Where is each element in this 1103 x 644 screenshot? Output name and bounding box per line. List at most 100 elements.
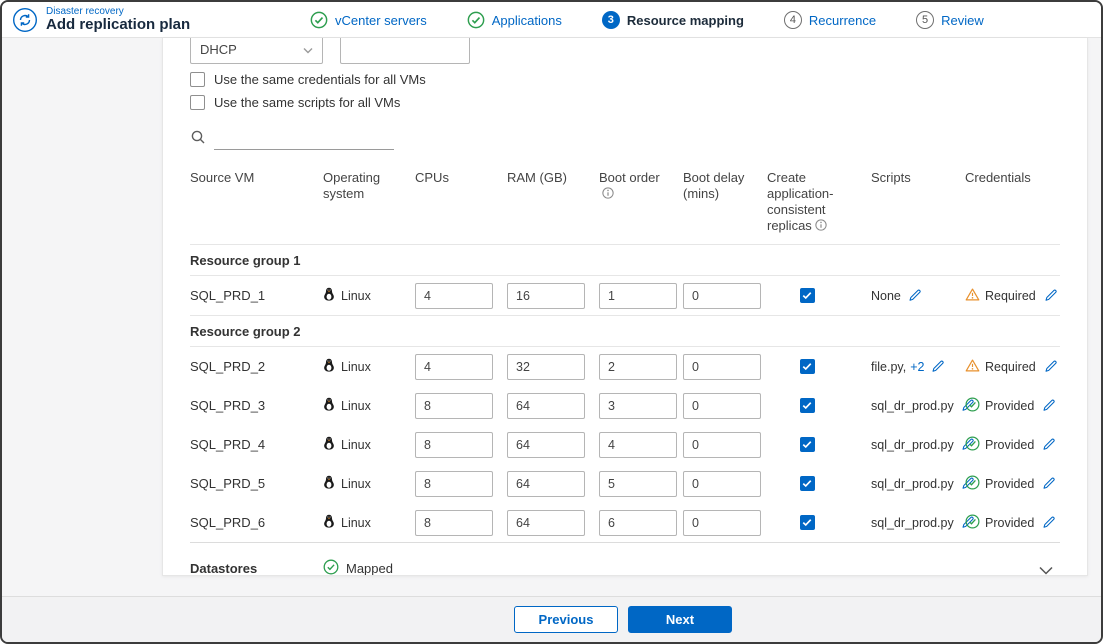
step-label: Review bbox=[941, 12, 984, 28]
table-header: Source VM Operating system CPUs RAM (GB)… bbox=[190, 164, 1060, 244]
os-cell: Linux bbox=[323, 475, 415, 492]
info-icon[interactable] bbox=[602, 187, 614, 199]
ram-input[interactable] bbox=[507, 353, 585, 380]
same-scripts-row: Use the same scripts for all VMs bbox=[190, 95, 1060, 110]
scripts-cell: sql_dr_prod.py bbox=[871, 476, 974, 491]
edit-scripts-icon[interactable] bbox=[908, 289, 921, 302]
boot-order-input[interactable] bbox=[599, 282, 677, 309]
main-area: DHCP Use the same credentials for all VM… bbox=[2, 38, 1101, 596]
check-circle-icon bbox=[965, 514, 980, 532]
scripts-value: sql_dr_prod.py bbox=[871, 398, 954, 413]
credentials-value: Provided bbox=[985, 515, 1035, 530]
boot-delay-input[interactable] bbox=[683, 282, 761, 309]
consistent-replica-checkbox[interactable] bbox=[799, 398, 815, 413]
linux-icon bbox=[323, 436, 335, 453]
consistent-replica-checkbox[interactable] bbox=[799, 476, 815, 491]
boot-delay-input[interactable] bbox=[683, 353, 761, 380]
table-row: SQL_PRD_1 Linux None Required bbox=[190, 276, 1060, 315]
datastores-section[interactable]: Datastores Mapped bbox=[190, 542, 1060, 576]
ram-input[interactable] bbox=[507, 392, 585, 419]
chevron-down-icon[interactable] bbox=[1038, 563, 1054, 575]
scripts-cell: sql_dr_prod.py bbox=[871, 438, 974, 452]
cpus-input[interactable] bbox=[415, 470, 493, 497]
previous-button[interactable]: Previous bbox=[514, 606, 618, 633]
scripts-value: sql_dr_prod.py bbox=[871, 476, 954, 491]
edit-credentials-icon[interactable] bbox=[1042, 477, 1055, 490]
credentials-value: Provided bbox=[985, 398, 1035, 413]
ram-input[interactable] bbox=[507, 509, 585, 536]
info-icon[interactable] bbox=[815, 219, 827, 231]
credentials-value: Required bbox=[985, 359, 1036, 374]
boot-order-input[interactable] bbox=[599, 509, 677, 536]
boot-delay-input[interactable] bbox=[683, 392, 761, 419]
cpus-input[interactable] bbox=[415, 282, 493, 309]
credentials-cell: Required bbox=[965, 359, 1067, 375]
col-boot-delay: Boot delay (mins) bbox=[683, 170, 745, 201]
check-circle-icon bbox=[467, 11, 485, 29]
step-review[interactable]: 5 Review bbox=[916, 11, 984, 29]
next-button[interactable]: Next bbox=[628, 606, 732, 633]
datastores-status-label: Mapped bbox=[346, 561, 393, 576]
wizard-footer: Previous Next bbox=[2, 596, 1101, 642]
consistent-replica-checkbox[interactable] bbox=[799, 515, 815, 530]
col-boot-order: Boot order bbox=[599, 170, 683, 202]
step-resource-mapping[interactable]: 3 Resource mapping bbox=[601, 11, 744, 29]
step-applications[interactable]: Applications bbox=[467, 11, 562, 29]
resource-group-header: Resource group 1 bbox=[190, 244, 1060, 276]
consistent-replica-checkbox[interactable] bbox=[799, 288, 815, 303]
edit-credentials-icon[interactable] bbox=[1044, 289, 1057, 302]
consistent-replica-checkbox[interactable] bbox=[799, 437, 815, 452]
search-input[interactable] bbox=[214, 128, 394, 150]
cpus-input[interactable] bbox=[415, 509, 493, 536]
edit-credentials-icon[interactable] bbox=[1044, 360, 1057, 373]
consistent-replica-checkbox[interactable] bbox=[799, 359, 815, 374]
caret-down-icon bbox=[303, 42, 313, 57]
check-circle-icon bbox=[965, 436, 980, 454]
datastores-status: Mapped bbox=[323, 559, 415, 576]
warning-icon bbox=[965, 288, 980, 304]
source-vm: SQL_PRD_3 bbox=[190, 398, 266, 413]
ram-input[interactable] bbox=[507, 431, 585, 458]
linux-icon bbox=[323, 358, 335, 375]
page-title: Add replication plan bbox=[46, 15, 191, 33]
cpus-input[interactable] bbox=[415, 431, 493, 458]
source-vm: SQL_PRD_4 bbox=[190, 437, 266, 452]
edit-scripts-icon[interactable] bbox=[931, 360, 945, 373]
ip-mode-value: DHCP bbox=[200, 41, 237, 57]
window: Disaster recovery Add replication plan v… bbox=[0, 0, 1103, 644]
ram-input[interactable] bbox=[507, 282, 585, 309]
cpus-input[interactable] bbox=[415, 353, 493, 380]
check-circle-icon bbox=[965, 475, 980, 493]
credentials-value: Provided bbox=[985, 476, 1035, 491]
wizard-header: Disaster recovery Add replication plan v… bbox=[2, 2, 1101, 38]
boot-delay-input[interactable] bbox=[683, 431, 761, 458]
table-row: SQL_PRD_6 Linux sql_dr_prod.py Provided bbox=[190, 503, 1060, 542]
resource-mapping-card: DHCP Use the same credentials for all VM… bbox=[162, 38, 1088, 576]
scripts-more-link[interactable]: +2 bbox=[910, 360, 924, 374]
scripts-value: file.py, bbox=[871, 359, 907, 374]
same-credentials-row: Use the same credentials for all VMs bbox=[190, 72, 1060, 87]
step-recurrence[interactable]: 4 Recurrence bbox=[783, 11, 876, 29]
boot-order-input[interactable] bbox=[599, 392, 677, 419]
boot-order-input[interactable] bbox=[599, 431, 677, 458]
same-credentials-checkbox[interactable] bbox=[190, 72, 205, 87]
cpus-input[interactable] bbox=[415, 392, 493, 419]
boot-order-input[interactable] bbox=[599, 353, 677, 380]
boot-order-input[interactable] bbox=[599, 470, 677, 497]
edit-credentials-icon[interactable] bbox=[1042, 516, 1055, 529]
ip-mode-select[interactable]: DHCP bbox=[190, 38, 323, 64]
table-row: SQL_PRD_5 Linux sql_dr_prod.py Provided bbox=[190, 464, 1060, 503]
ram-input[interactable] bbox=[507, 470, 585, 497]
edit-credentials-icon[interactable] bbox=[1042, 438, 1055, 451]
scripts-cell: sql_dr_prod.py bbox=[871, 398, 974, 413]
search-icon bbox=[190, 129, 206, 150]
os-cell: Linux bbox=[323, 436, 415, 453]
credentials-cell: Provided bbox=[965, 514, 1065, 532]
step-label: Applications bbox=[491, 12, 562, 28]
same-scripts-checkbox[interactable] bbox=[190, 95, 205, 110]
boot-delay-input[interactable] bbox=[683, 470, 761, 497]
boot-delay-input[interactable] bbox=[683, 509, 761, 536]
step-vcenter-servers[interactable]: vCenter servers bbox=[310, 11, 427, 29]
ip-address-field[interactable] bbox=[340, 38, 470, 64]
edit-credentials-icon[interactable] bbox=[1042, 399, 1055, 412]
